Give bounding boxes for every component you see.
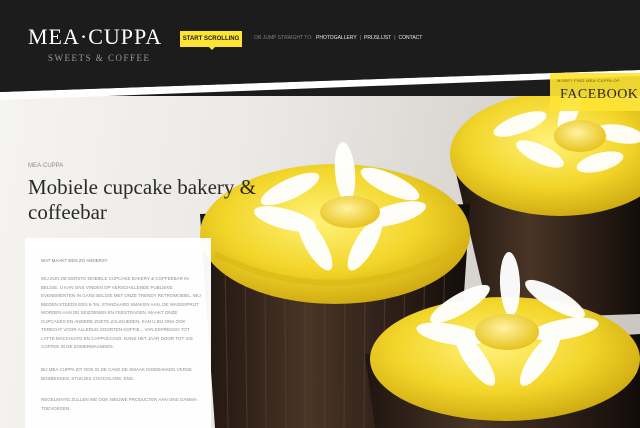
site-logo[interactable]: MEA·CUPPA (28, 24, 162, 50)
facebook-badge-title: FACEBOOK (560, 87, 639, 102)
panel-question: WAT MAAKT EEN ZO ANDERS? (41, 258, 108, 263)
top-nav: PHOTOGALLERY | PRIJSLIJST | CONTACT (316, 35, 422, 41)
facebook-badge-caption: MORE? FIND MEA·CUPPA OP (557, 78, 620, 83)
nav-intro-text: OR JUMP STRAIGHT TO: (254, 35, 313, 41)
facebook-badge[interactable]: MORE? FIND MEA·CUPPA OP FACEBOOK (550, 73, 640, 111)
nav-contact-link[interactable]: CONTACT (399, 35, 423, 41)
nav-divider: | (359, 35, 361, 41)
panel-paragraph-1: WIJ ZIJN DE EERSTE MOBIELE CUPCAKE BAKER… (41, 276, 201, 349)
intro-kicker: MEA·CUPPA (28, 163, 64, 169)
button-arrow-icon (209, 47, 215, 50)
panel-paragraph-3: REGELMATIG ZULLEN WE OOK NIEUWE PRODUCTE… (41, 397, 197, 411)
start-scrolling-button[interactable]: START SCROLLING (180, 31, 242, 47)
nav-prijslijst-link[interactable]: PRIJSLIJST (364, 35, 391, 41)
panel-paragraph-2: BIJ MEA CUPPA ZIT OOK IN DE CAKE DE SMAA… (41, 367, 192, 381)
logo-tagline: SWEETS & COFFEE (48, 53, 151, 63)
intro-text-panel: WAT MAAKT EEN ZO ANDERS? WIJ ZIJN DE EER… (25, 238, 211, 428)
header-angled-edge (0, 70, 640, 100)
nav-photogallery-link[interactable]: PHOTOGALLERY (316, 35, 357, 41)
page-title: Mobiele cupcake bakery & coffeebar (28, 175, 256, 224)
nav-divider: | (394, 35, 396, 41)
